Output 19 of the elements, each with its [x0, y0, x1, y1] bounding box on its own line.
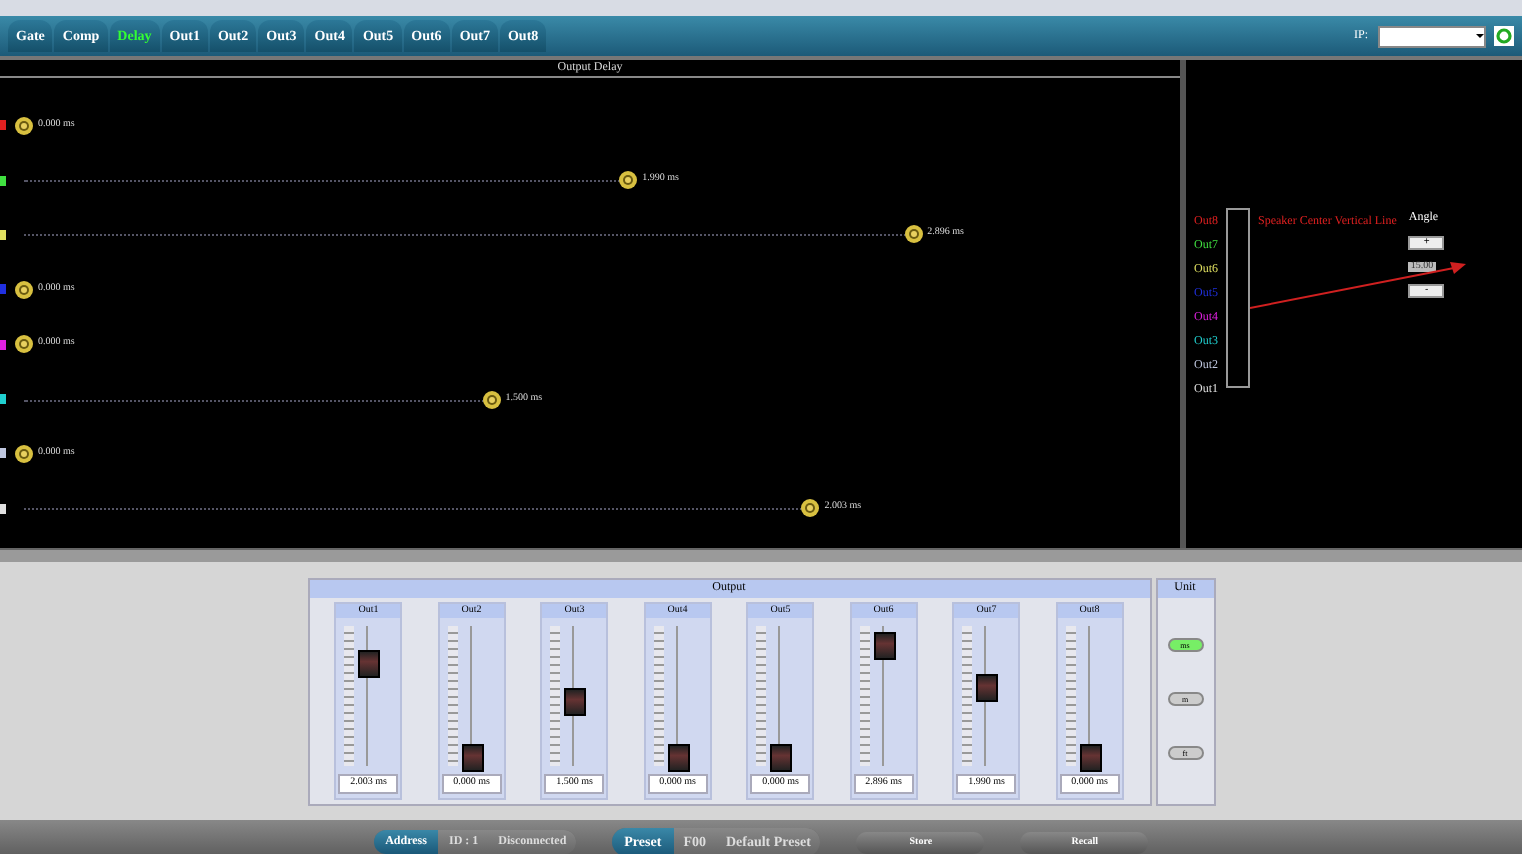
fader-thumb[interactable]	[564, 687, 587, 715]
fader-thumb[interactable]	[358, 649, 381, 678]
fader-thumb[interactable]	[873, 631, 896, 659]
fader-thumb[interactable]	[770, 743, 793, 771]
delay-knob[interactable]	[14, 334, 34, 355]
delay-knob[interactable]	[903, 224, 924, 245]
delay-knob[interactable]	[800, 498, 821, 519]
fader-thumb[interactable]	[461, 743, 484, 771]
fader-thumb[interactable]	[976, 673, 999, 701]
delay-knob[interactable]	[14, 115, 34, 136]
delay-knob[interactable]	[14, 443, 34, 464]
delay-knob[interactable]	[14, 279, 34, 300]
fader-thumb[interactable]	[667, 743, 690, 771]
refresh-icon[interactable]	[1494, 26, 1514, 46]
delay-knob[interactable]	[618, 170, 639, 191]
caret-icon	[1476, 32, 1484, 40]
ip-dropdown[interactable]	[1378, 25, 1486, 47]
fader-thumb[interactable]	[1079, 743, 1102, 771]
delay-knob[interactable]	[481, 389, 502, 410]
